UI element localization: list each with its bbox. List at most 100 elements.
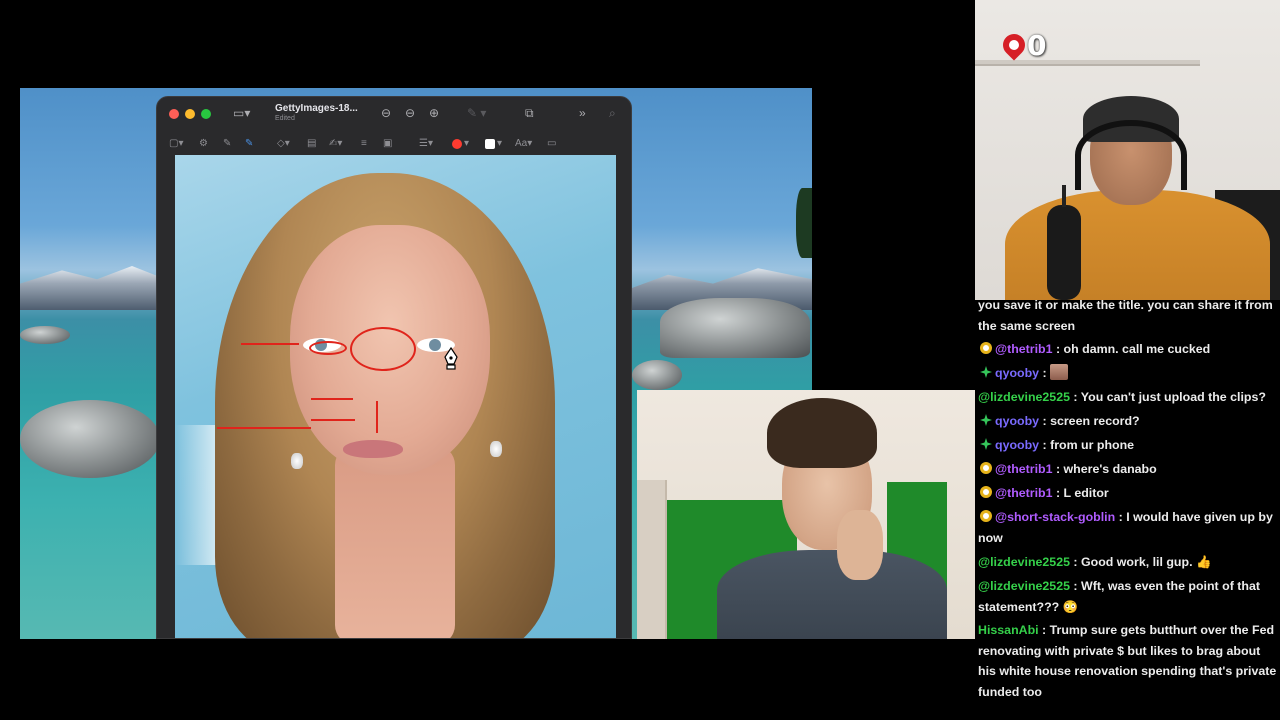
chat-username[interactable]: qyooby <box>995 414 1039 428</box>
chat-message-text: where's danabo <box>1063 462 1157 476</box>
guest-hair <box>767 398 877 468</box>
instant-alpha-icon[interactable]: ⚙ <box>199 138 208 150</box>
location-pin-icon <box>998 29 1030 61</box>
chat-message: @lizdevine2525 : Good work, lil gup. 👍 <box>978 555 1212 569</box>
wallpaper-rock <box>632 360 682 390</box>
microphone-icon <box>1047 185 1081 300</box>
chat-message: @thetrib1 : oh damn. call me cucked <box>978 339 1278 360</box>
more-tools-icon[interactable]: » <box>579 106 586 120</box>
selection-tool-icon[interactable]: ▢▾ <box>169 138 183 150</box>
guest-webcam <box>637 390 975 639</box>
draw-tool-icon[interactable]: ✎ <box>245 138 253 150</box>
chat-message: @thetrib1 : L editor <box>978 483 1278 504</box>
chat-message-text: Good work, lil gup. 👍 <box>1081 555 1212 569</box>
face-emote-icon <box>1050 364 1069 380</box>
fill-color-swatch[interactable] <box>485 139 495 149</box>
window-titlebar[interactable]: ▭▾ GettyImages-18... Edited ⊖ ⊖ ⊕ ✎ ▾ ⧉ … <box>157 97 631 127</box>
streamer-sweater <box>1005 190 1270 300</box>
edited-photo[interactable] <box>175 155 616 638</box>
prime-badge-icon <box>980 438 992 450</box>
chat-panel[interactable]: you save it or make the title. you can s… <box>975 300 1280 720</box>
chat-username[interactable]: @thetrib1 <box>995 486 1053 500</box>
wallpaper-rock <box>660 298 810 358</box>
chat-message: @thetrib1 : where's danabo <box>978 459 1278 480</box>
annotation-line[interactable] <box>311 419 355 421</box>
streamer-webcam: 0 <box>975 0 1280 300</box>
close-window-button[interactable] <box>169 109 179 119</box>
viewer-counter: 0 <box>998 28 1047 62</box>
sketch-tool-icon[interactable]: ✎ <box>223 138 231 150</box>
preview-app-window[interactable]: ▭▾ GettyImages-18... Edited ⊖ ⊖ ⊕ ✎ ▾ ⧉ … <box>156 96 632 639</box>
counter-value: 0 <box>1027 28 1047 62</box>
annotation-nose-circle[interactable] <box>350 327 416 371</box>
guest-hand <box>837 510 883 580</box>
chat-username[interactable]: @lizdevine2525 <box>978 555 1070 569</box>
document-title: GettyImages-18... <box>275 103 358 114</box>
photo-lips <box>343 440 403 458</box>
minimize-window-button[interactable] <box>185 109 195 119</box>
markup-pen-icon[interactable]: ✎ ▾ <box>467 106 486 120</box>
chat-message: HissanAbi : Trump sure gets butthurt ove… <box>978 623 1277 699</box>
chat-message-text: from ur phone <box>1050 438 1135 452</box>
chat-username[interactable]: qyooby <box>995 438 1039 452</box>
pen-cursor-icon <box>444 347 458 370</box>
zoom-window-button[interactable] <box>201 109 211 119</box>
annotation-line[interactable] <box>376 401 378 433</box>
guest-shirt <box>717 550 947 639</box>
annotation-line[interactable] <box>241 343 299 345</box>
shapes-tool-icon[interactable]: ◇▾ <box>277 138 290 150</box>
chat-username[interactable]: @lizdevine2525 <box>978 390 1070 404</box>
wallpaper-tree <box>796 188 812 258</box>
chat-message: qyooby : from ur phone <box>978 435 1278 456</box>
sidebar-toggle-icon[interactable]: ▭▾ <box>233 106 250 120</box>
chat-message: @short-stack-goblin : I would have given… <box>978 510 1273 545</box>
chat-username[interactable]: @short-stack-goblin <box>995 510 1115 524</box>
chat-username[interactable]: @lizdevine2525 <box>978 579 1070 593</box>
chat-username[interactable]: @thetrib1 <box>995 342 1053 356</box>
zoom-out-icon[interactable]: ⊖ <box>405 106 415 120</box>
photo-earring-left <box>291 453 303 469</box>
chat-message-text: You can't just upload the clips? <box>1080 390 1266 404</box>
chevron-down-icon[interactable]: ▾ <box>464 138 469 150</box>
document-status: Edited <box>275 115 295 122</box>
zoom-in-icon[interactable]: ⊕ <box>429 106 439 120</box>
chat-message-text: you save it or make the title. you can s… <box>978 300 1273 333</box>
prime-badge-icon <box>980 366 992 378</box>
zoom-fit-icon[interactable]: ⊖ <box>381 106 391 120</box>
shape-style-icon[interactable]: ☰▾ <box>419 138 433 150</box>
chat-message: qyooby : <box>978 363 1278 384</box>
chat-message-text: L editor <box>1063 486 1109 500</box>
subscriber-badge-icon <box>980 462 992 474</box>
chat-username[interactable]: @thetrib1 <box>995 462 1053 476</box>
chat-username[interactable]: HissanAbi <box>978 623 1039 637</box>
annotation-line[interactable] <box>217 427 311 429</box>
markup-toolbar: ▢▾ ⚙ ✎ ✎ ◇▾ ▤ ✍▾ ≡ ▣ ☰▾ ▾ ▾ Aa▾ ▭ <box>157 133 631 155</box>
chat-username[interactable]: qyooby <box>995 366 1039 380</box>
sign-tool-icon[interactable]: ✍▾ <box>329 138 342 150</box>
chat-message-text: oh damn. call me cucked <box>1063 342 1211 356</box>
wallpaper-rock <box>20 326 70 344</box>
subscriber-badge-icon <box>980 486 992 498</box>
share-icon[interactable]: ⧉ <box>525 106 534 120</box>
headset-icon <box>1075 120 1187 190</box>
chat-message-text: screen record? <box>1050 414 1140 428</box>
border-color-swatch[interactable] <box>452 139 462 149</box>
guest-background-door <box>637 480 667 639</box>
chat-message: @lizdevine2525 : Wft, was even the point… <box>978 579 1260 614</box>
chat-message: you save it or make the title. you can s… <box>978 300 1278 336</box>
chevron-down-icon[interactable]: ▾ <box>497 138 502 150</box>
chat-message: @lizdevine2525 : You can't just upload t… <box>978 390 1266 404</box>
subscriber-badge-icon <box>980 510 992 522</box>
annotation-line[interactable] <box>311 398 353 400</box>
adjust-size-icon[interactable]: ▣ <box>383 138 392 150</box>
text-box-icon[interactable]: ▤ <box>307 138 316 150</box>
annotation-eye-circle[interactable] <box>309 341 347 355</box>
subscriber-badge-icon <box>980 342 992 354</box>
search-icon[interactable]: ⌕ <box>609 106 616 120</box>
text-style-icon[interactable]: Aa▾ <box>515 138 532 150</box>
chat-message: qyooby : screen record? <box>978 411 1278 432</box>
photo-earring-right <box>490 441 502 457</box>
description-icon[interactable]: ▭ <box>547 138 556 150</box>
adjust-color-icon[interactable]: ≡ <box>361 138 367 150</box>
prime-badge-icon <box>980 414 992 426</box>
